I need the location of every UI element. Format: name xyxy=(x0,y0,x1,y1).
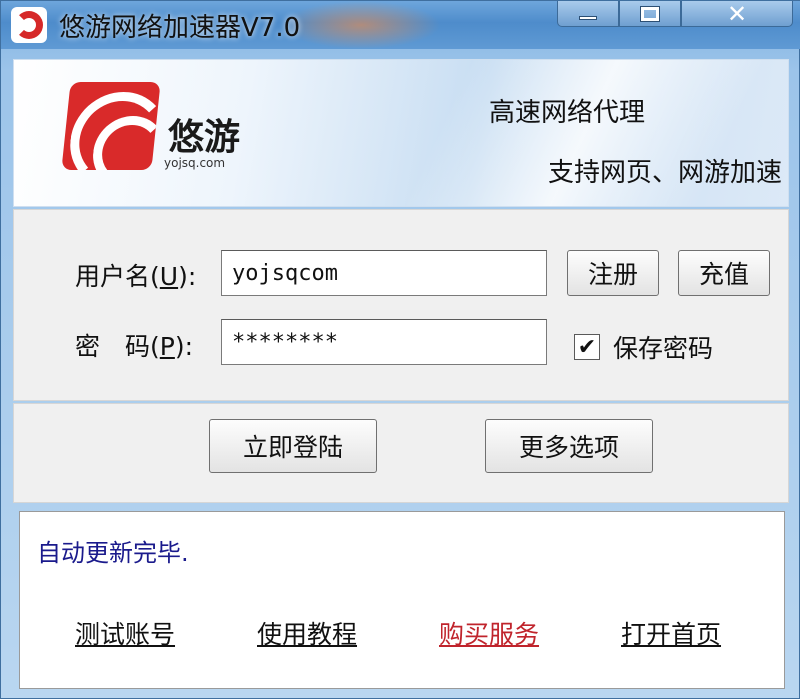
brand-logo-icon xyxy=(61,82,161,170)
username-accesskey: U xyxy=(159,262,179,291)
app-logo-icon[interactable] xyxy=(11,7,47,43)
minimize-icon xyxy=(579,15,597,20)
slogan-line-1: 高速网络代理 xyxy=(489,98,646,128)
checkmark-icon: ✔ xyxy=(577,334,597,360)
more-options-button[interactable]: 更多选项 xyxy=(485,419,653,473)
password-accesskey: P xyxy=(159,332,175,361)
banner: 悠游 yojsq.com 高速网络代理 支持网页、网游加速 xyxy=(13,59,789,207)
close-button[interactable]: ✕ xyxy=(681,0,793,28)
link-open-homepage[interactable]: 打开首页 xyxy=(621,615,721,651)
link-buy-service[interactable]: 购买服务 xyxy=(439,615,539,651)
slogan-line-2: 支持网页、网游加速 xyxy=(548,158,783,188)
title-bar[interactable]: 悠游网络加速器V7.0 ✕ xyxy=(1,0,800,49)
title-glow xyxy=(281,1,441,49)
app-window: 悠游网络加速器V7.0 ✕ 悠游 yojsq.com 高速网络代理 支持网页、网… xyxy=(0,0,800,699)
maximize-icon xyxy=(640,5,660,22)
brand-url: yojsq.com xyxy=(164,156,226,170)
minimize-button[interactable] xyxy=(557,1,619,27)
password-input[interactable] xyxy=(221,319,547,365)
link-tutorial[interactable]: 使用教程 xyxy=(257,615,357,651)
recharge-button[interactable]: 充值 xyxy=(678,250,770,296)
brand-name: 悠游 xyxy=(168,116,241,158)
link-test-account[interactable]: 测试账号 xyxy=(75,615,175,651)
username-input[interactable] xyxy=(221,250,547,296)
register-button[interactable]: 注册 xyxy=(567,250,659,296)
window-title: 悠游网络加速器V7.0 xyxy=(59,13,301,43)
action-bar xyxy=(13,403,789,503)
password-label: 密 码(P): xyxy=(75,332,194,361)
username-label: 用户名(U): xyxy=(75,262,197,291)
close-icon: ✕ xyxy=(726,0,748,28)
maximize-button[interactable] xyxy=(619,1,681,27)
save-password-label[interactable]: 保存密码 xyxy=(613,329,713,365)
login-panel xyxy=(13,209,789,401)
status-message: 自动更新完毕. xyxy=(37,539,189,567)
login-button[interactable]: 立即登陆 xyxy=(209,419,377,473)
save-password-checkbox[interactable]: ✔ xyxy=(574,334,600,360)
